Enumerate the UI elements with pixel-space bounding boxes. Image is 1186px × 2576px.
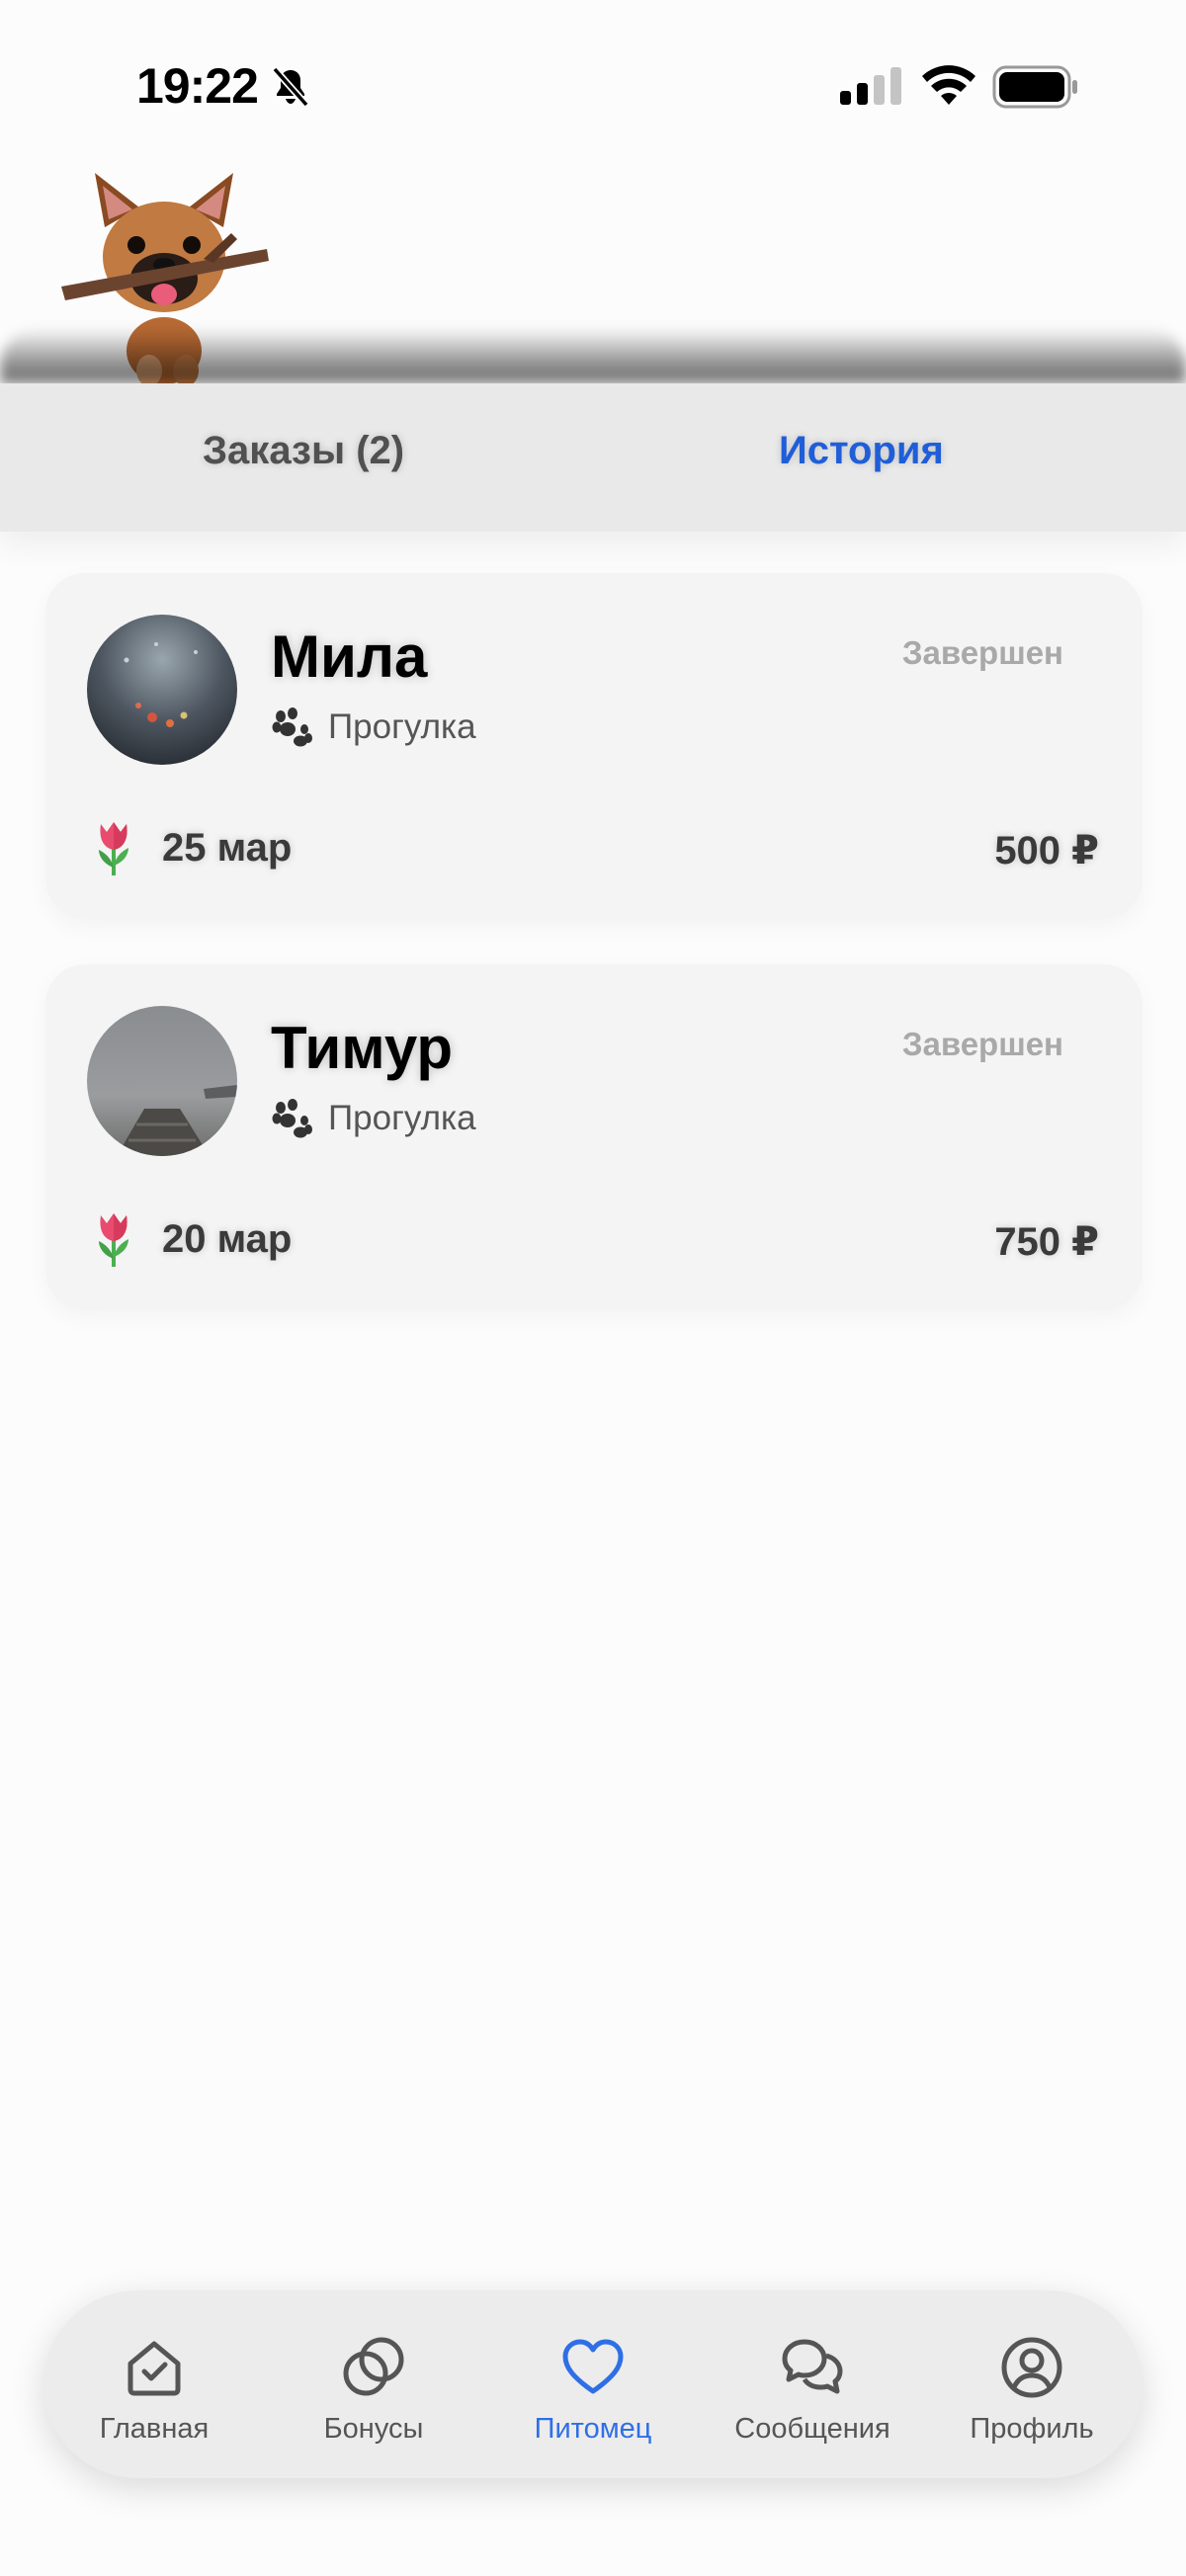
nav-label: Главная <box>99 2413 210 2445</box>
nav-label: Бонусы <box>323 2413 424 2445</box>
battery-icon <box>992 65 1077 109</box>
nav-label: Профиль <box>970 2413 1094 2445</box>
wifi-icon <box>922 65 975 105</box>
order-price: 500 ₽ <box>994 829 1099 873</box>
order-date: 20 мар <box>162 1216 293 1261</box>
sitter-name: Мила <box>271 623 428 690</box>
nav-item-messages[interactable]: Сообщения <box>704 2290 921 2478</box>
service-type: Прогулка <box>271 707 476 747</box>
tab-orders[interactable]: Заказы (2) <box>203 429 404 473</box>
nav-item-profile[interactable]: Профиль <box>923 2290 1141 2478</box>
avatar <box>87 615 237 765</box>
nav-label: Сообщения <box>734 2413 890 2445</box>
sitter-name: Тимур <box>271 1015 454 1081</box>
order-date: 25 мар <box>162 825 293 870</box>
bottom-nav: Главная Бонусы Питомец Сообщения Профиль <box>43 2290 1143 2478</box>
date-row: 20 мар <box>91 1211 292 1267</box>
home-check-icon <box>127 2341 181 2396</box>
coins-icon <box>343 2337 404 2396</box>
header-divider-shadow <box>0 328 1186 383</box>
user-circle-icon <box>1001 2337 1062 2398</box>
tulip-icon <box>99 1213 128 1267</box>
order-card[interactable]: Мила Завершен Прогулка 25 мар 500 ₽ <box>45 573 1143 919</box>
status-badge: Завершен <box>901 1026 1063 1062</box>
cellular-signal-icon <box>840 67 901 105</box>
status-time: 19:22 <box>136 58 259 114</box>
chat-bubbles-icon <box>782 2339 843 2394</box>
heart-icon <box>562 2339 624 2394</box>
service-label: Прогулка <box>328 1099 476 1137</box>
nav-item-pet[interactable]: Питомец <box>484 2290 702 2478</box>
nav-item-home[interactable]: Главная <box>45 2290 263 2478</box>
date-row: 25 мар <box>91 820 292 875</box>
nav-label: Питомец <box>534 2413 652 2445</box>
order-card[interactable]: Тимур Завершен Прогулка 20 мар 750 ₽ <box>45 964 1143 1310</box>
orders-tabs: Заказы (2) История <box>0 383 1186 532</box>
status-badge: Завершен <box>901 634 1063 671</box>
nav-item-bonuses[interactable]: Бонусы <box>265 2290 482 2478</box>
order-price: 750 ₽ <box>994 1220 1099 1264</box>
tab-history[interactable]: История <box>779 429 944 473</box>
service-label: Прогулка <box>328 707 476 746</box>
avatar <box>87 1006 237 1156</box>
paw-icon <box>272 1099 312 1138</box>
service-type: Прогулка <box>271 1099 476 1138</box>
bell-muted-icon <box>272 66 309 108</box>
status-bar: 19:22 <box>0 0 1186 148</box>
paw-icon <box>272 707 312 747</box>
tulip-icon <box>99 822 128 875</box>
